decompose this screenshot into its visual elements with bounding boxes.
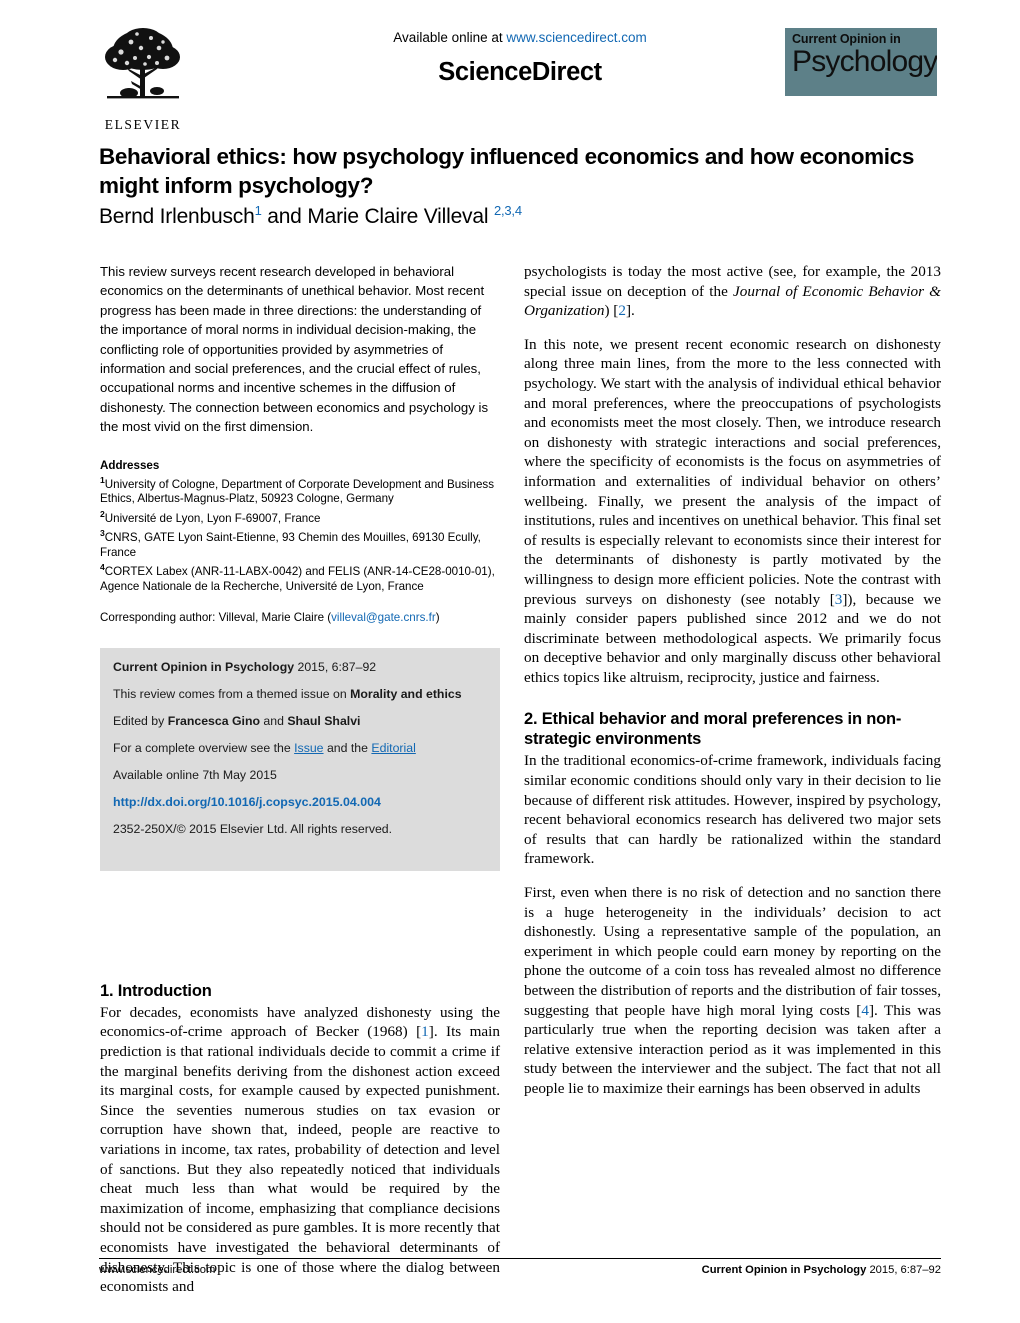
doi-line: http://dx.doi.org/10.1016/j.copsyc.2015.…	[113, 795, 487, 810]
citation-ref-4[interactable]: 4	[861, 1002, 869, 1019]
issue-link[interactable]: Issue	[294, 741, 323, 755]
available-online-line: Available online at www.sciencedirect.co…	[305, 30, 735, 45]
elsevier-wordmark: ELSEVIER	[104, 117, 182, 132]
address-text: CNRS, GATE Lyon Saint-Etienne, 93 Chemin…	[100, 531, 481, 559]
overview-label: For a complete overview see the	[113, 740, 295, 755]
footer-citation: Current Opinion in Psychology 2015, 6:87…	[702, 1264, 941, 1276]
corresponding-author-suffix: )	[435, 611, 440, 625]
page-title: Behavioral ethics: how psychology influe…	[99, 144, 914, 198]
footer-journal-name: Current Opinion in Psychology	[701, 1264, 867, 1276]
overview-conjunction: and the	[323, 740, 372, 755]
author-list: Bernd Irlenbusch1 and Marie Claire Ville…	[99, 204, 949, 230]
journal-logo: Current Opinion in Psychology	[785, 28, 937, 96]
intro-continuation-paragraph: psychologists is today the most active (…	[524, 262, 941, 321]
author-1: Bernd Irlenbusch	[99, 205, 255, 228]
editorial-link[interactable]: Editorial	[371, 741, 415, 755]
article-page: ELSEVIER Available online at www.science…	[0, 0, 1020, 1323]
citation-journal-name: Current Opinion in Psychology	[113, 659, 295, 674]
journal-info-box: Current Opinion in Psychology 2015, 6:87…	[100, 647, 500, 871]
note-paragraph: In this note, we present recent economic…	[524, 335, 941, 688]
corresponding-author-line: Corresponding author: Villeval, Marie Cl…	[100, 611, 500, 626]
page-footer: www.sciencedirect.com Current Opinion in…	[99, 1264, 941, 1276]
intro-text-b: ]. Its main prediction is that rational …	[100, 1023, 500, 1296]
citation-ref-2[interactable]: 2	[618, 302, 626, 319]
addresses-heading: Addresses	[100, 458, 160, 472]
editors-conjunction: and	[259, 713, 288, 728]
address-item: 4CORTEX Labex (ANR-11-LABX-0042) and FEL…	[100, 560, 500, 594]
masthead: ELSEVIER Available online at www.science…	[95, 22, 940, 137]
corresponding-author-label: Corresponding author: Villeval, Marie Cl…	[100, 611, 332, 625]
abstract-text: This review surveys recent research deve…	[100, 264, 489, 435]
citation-line: Current Opinion in Psychology 2015, 6:87…	[113, 660, 487, 675]
ethical-text-a: First, even when there is no risk of det…	[524, 884, 941, 1019]
author-2-affiliation-marker: 2,3,4	[493, 203, 522, 218]
citation-ref-1[interactable]: 1	[421, 1023, 429, 1040]
right-top-text-b: ) [	[604, 302, 619, 320]
available-online-label: Available online at	[393, 30, 503, 45]
elsevier-logo: ELSEVIER	[95, 24, 191, 136]
editors-line: Edited by Francesca Gino and Shaul Shalv…	[113, 714, 487, 729]
address-text: CORTEX Labex (ANR-11-LABX-0042) and FELI…	[100, 565, 495, 593]
corresponding-author-email-link[interactable]: villeval@gate.cnrs.fr	[331, 611, 436, 624]
footer-divider	[99, 1258, 941, 1259]
ethical-paragraph-1: In the traditional economics-of-crime fr…	[524, 752, 941, 868]
address-text: University of Cologne, Department of Cor…	[100, 477, 495, 506]
section-heading-ethical-behavior: 2. Ethical behavior and moral preference…	[524, 710, 902, 749]
section-heading-introduction: 1. Introduction	[100, 981, 212, 1000]
address-text: Université de Lyon, Lyon F-69007, France	[104, 511, 321, 525]
themed-issue-line: This review comes from a themed issue on…	[113, 687, 487, 702]
elsevier-tree-logo-icon	[105, 28, 180, 99]
journal-logo-main-text: Psychology	[792, 45, 937, 78]
overview-line: For a complete overview see the Issue an…	[113, 741, 487, 756]
sciencedirect-url-link[interactable]: www.sciencedirect.com	[506, 30, 646, 45]
footer-volume-pages: 2015, 6:87–92	[866, 1264, 941, 1276]
author-conjunction: and	[261, 205, 308, 228]
citation-volume-pages: 2015, 6:87–92	[294, 659, 377, 674]
title-block: Behavioral ethics: how psychology influe…	[99, 143, 949, 230]
footer-website-link[interactable]: www.sciencedirect.com	[99, 1264, 215, 1276]
journal-logo-top-text: Current Opinion in	[792, 32, 901, 46]
editor-name-2: Shaul Shalvi	[287, 713, 361, 728]
author-1-affiliation-marker: 1	[254, 203, 262, 218]
themed-issue-label: This review comes from a themed issue on	[113, 686, 351, 701]
sciencedirect-block: Available online at www.sciencedirect.co…	[305, 30, 735, 87]
right-column: psychologists is today the most active (…	[524, 262, 941, 1099]
themed-issue-topic: Morality and ethics	[350, 686, 462, 701]
address-item: 1University of Cologne, Department of Co…	[100, 473, 500, 507]
ethical-paragraph-2: First, even when there is no risk of det…	[524, 883, 941, 1099]
introduction-paragraph: For decades, economists have analyzed di…	[100, 1003, 500, 1297]
issn-copyright-line: 2352-250X/© 2015 Elsevier Ltd. All right…	[113, 821, 393, 836]
address-item: 2Université de Lyon, Lyon F-69007, Franc…	[100, 507, 500, 526]
edited-by-label: Edited by	[113, 713, 168, 728]
sciencedirect-wordmark: ScienceDirect	[438, 58, 602, 86]
right-top-text-c: ].	[625, 302, 635, 320]
doi-link[interactable]: http://dx.doi.org/10.1016/j.copsyc.2015.…	[113, 795, 381, 809]
note-text-a: In this note, we present recent economic…	[524, 335, 941, 608]
address-item: 3CNRS, GATE Lyon Saint-Etienne, 93 Chemi…	[100, 526, 500, 560]
editor-name-1: Francesca Gino	[167, 713, 260, 728]
introduction-section: 1. Introduction For decades, economists …	[100, 981, 500, 1297]
author-2: Marie Claire Villeval	[307, 205, 494, 228]
available-online-date: Available online 7th May 2015	[113, 767, 277, 782]
left-column: This review surveys recent research deve…	[100, 262, 500, 1297]
